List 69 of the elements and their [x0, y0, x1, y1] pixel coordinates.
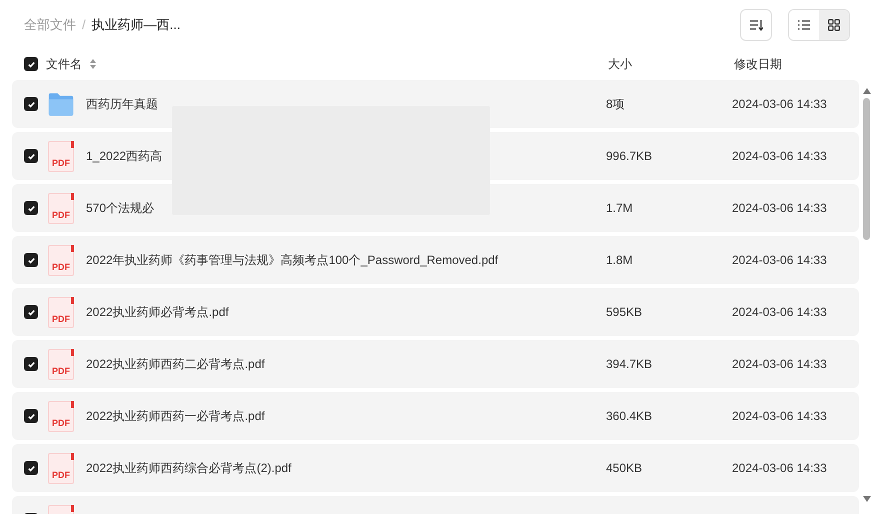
pdf-file-icon: PDF [48, 192, 74, 224]
modified-date: 2024-03-06 14:33 [732, 356, 827, 373]
modified-date: 2024-03-06 14:33 [732, 148, 827, 165]
check-icon [26, 360, 36, 368]
file-size: 394.7KB [606, 357, 652, 371]
file-name[interactable]: 2022年执业药师《药事管理与法规》高频考点100个_Password_Removed.pdf [86, 253, 498, 267]
checkbox[interactable] [24, 97, 38, 111]
grid-view-button[interactable] [819, 10, 849, 40]
checkbox[interactable] [24, 305, 38, 319]
grid-icon [828, 19, 840, 31]
file-name[interactable]: 西药历年真题 [86, 97, 158, 111]
column-header[interactable]: 大小 [608, 55, 734, 73]
checkbox[interactable] [24, 149, 38, 163]
modified-date: 2024-03-06 14:33 [732, 96, 827, 113]
file-row[interactable]: PDF 2022执业药师西药一必背考点.pdf 360.4KB 2024-03-06 14:33 [12, 392, 859, 440]
check-icon [26, 100, 36, 108]
checkbox[interactable] [24, 461, 38, 475]
file-size: 1.8M [606, 253, 633, 267]
file-size: 595KB [606, 305, 642, 319]
folder-icon [48, 92, 74, 116]
check-icon [26, 60, 36, 68]
pdf-file-icon: PDF [48, 140, 74, 172]
check-icon [26, 412, 36, 420]
column-header[interactable]: 文件名 [46, 55, 82, 73]
pdf-file-icon: PDF [48, 452, 74, 484]
file-name[interactable]: 2022执业药师西药一必背考点.pdf [86, 409, 265, 423]
sort-icon [749, 19, 763, 31]
file-name[interactable]: 2022执业药师西药综合必背考点(2).pdf [86, 461, 292, 475]
file-name[interactable]: 570个法规必 [86, 201, 154, 215]
modified-date: 2024-03-06 14:33 [732, 460, 827, 477]
file-name[interactable]: 1_2022西药高 [86, 149, 162, 163]
file-name[interactable]: 2022执业药师西药二必背考点.pdf [86, 357, 265, 371]
scrollbar-thumb[interactable] [863, 98, 870, 240]
modified-date: 2024-03-06 14:33 [732, 200, 827, 217]
breadcrumb-separator: / [82, 16, 86, 34]
breadcrumb-item[interactable]: 执业药师—西... [92, 15, 180, 35]
list-icon [798, 20, 810, 30]
file-size: 996.7KB [606, 149, 652, 163]
checkbox[interactable] [24, 357, 38, 371]
scroll-up-icon[interactable] [862, 88, 870, 94]
checkbox[interactable] [24, 253, 38, 267]
pdf-file-icon: PDF [48, 244, 74, 276]
file-row[interactable]: PDF 2022执业药师必背考点.pdf 595KB 2024-03-06 14:33 [12, 288, 859, 336]
file-size: 1.7M [606, 201, 633, 215]
check-icon [26, 308, 36, 316]
sort-button[interactable] [740, 9, 772, 41]
check-icon [26, 464, 36, 472]
check-icon [26, 204, 36, 212]
sort-arrows-icon [90, 59, 96, 69]
pdf-file-icon: PDF [48, 296, 74, 328]
file-size: 8项 [606, 97, 625, 111]
file-row[interactable]: PDF 2022执业药师西药二必背考点.pdf 394.7KB 2024-03-06 14:33 [12, 340, 859, 388]
file-name[interactable]: 2022执业药师必背考点.pdf [86, 305, 229, 319]
checkbox[interactable] [24, 409, 38, 423]
checkbox[interactable] [24, 57, 38, 71]
pdf-file-icon: PDF [48, 400, 74, 432]
modified-date: 2024-03-06 14:33 [732, 408, 827, 425]
modified-date: 2024-03-06 14:33 [732, 252, 827, 269]
column-header[interactable]: 修改日期 [734, 55, 782, 73]
check-icon [26, 256, 36, 264]
file-size: 450KB [606, 461, 642, 475]
file-row[interactable]: PDF 2022年执业药师《药事管理与法规》高频考点100个_Password_Removed.pdf 1.8M 2024-03-06 14:33 [12, 236, 859, 284]
pdf-file-icon: PDF [48, 348, 74, 380]
check-icon [26, 152, 36, 160]
file-size: 360.4KB [606, 409, 652, 423]
scroll-down-icon[interactable] [862, 496, 870, 502]
file-row[interactable]: PDF 2022执业药师西药综合必背考点(2).pdf 450KB 2024-03-06 14:33 [12, 444, 859, 492]
modified-date: 2024-03-06 14:33 [732, 304, 827, 321]
checkbox[interactable] [24, 201, 38, 215]
